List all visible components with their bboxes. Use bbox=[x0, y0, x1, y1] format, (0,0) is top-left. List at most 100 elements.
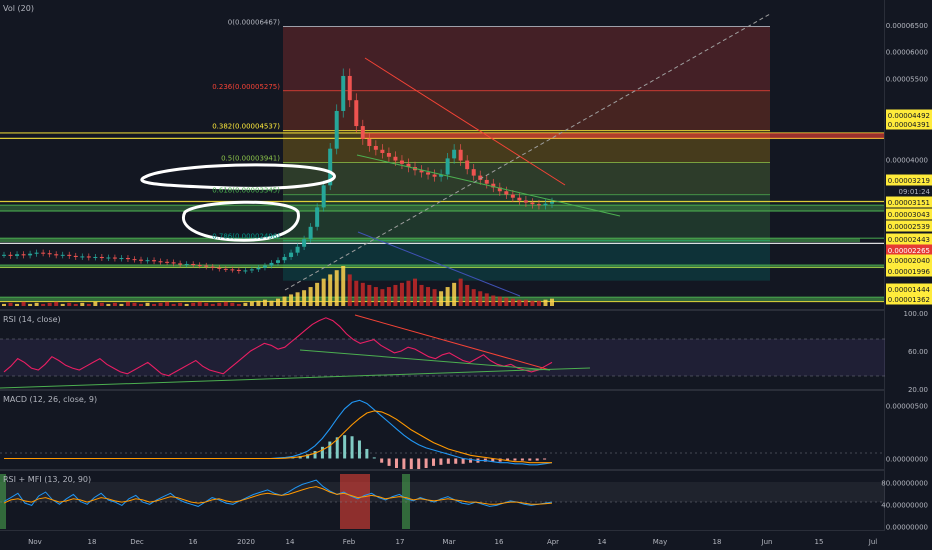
volume-bar bbox=[341, 266, 346, 306]
price-tick-label: 0.00006500 bbox=[886, 22, 928, 30]
price-tick-label: 0.00006000 bbox=[886, 49, 928, 57]
candle-body bbox=[471, 169, 476, 176]
price-tag-label: 0.00002443 bbox=[888, 236, 930, 244]
candle-body bbox=[165, 261, 170, 263]
time-tick-label: 2020 bbox=[237, 538, 255, 546]
macd-histogram-bar bbox=[535, 458, 539, 461]
candle-body bbox=[132, 259, 137, 261]
candle-body bbox=[236, 269, 241, 271]
rsi-mfi-title[interactable]: RSI + MFI (13, 20, 90) bbox=[3, 475, 91, 484]
volume-bar bbox=[243, 302, 248, 306]
macd-histogram-bar bbox=[394, 458, 398, 468]
volume-bar bbox=[452, 282, 457, 306]
candle-body bbox=[28, 253, 33, 256]
volume-bar bbox=[249, 301, 254, 306]
time-tick-label: 14 bbox=[286, 538, 295, 546]
macd-histogram-bar bbox=[528, 458, 532, 461]
volume-bar bbox=[308, 287, 313, 306]
candle-body bbox=[67, 254, 72, 256]
volume-bar bbox=[432, 289, 437, 306]
candle-body bbox=[269, 262, 274, 266]
candle-body bbox=[158, 261, 163, 263]
volume-bar bbox=[15, 303, 20, 306]
time-tick-label: Nov bbox=[28, 538, 42, 546]
candle-body bbox=[54, 254, 59, 256]
candle-body bbox=[86, 256, 91, 258]
volume-bar bbox=[204, 302, 209, 306]
volume-bar bbox=[471, 289, 476, 306]
price-tag-label: 0.00004391 bbox=[888, 121, 930, 129]
macd-histogram-bar bbox=[365, 448, 369, 459]
volume-bar bbox=[60, 303, 65, 306]
fibonacci-retracement[interactable] bbox=[283, 26, 770, 281]
candle-body bbox=[465, 160, 470, 170]
panel-divider[interactable] bbox=[0, 469, 885, 471]
volume-bar bbox=[223, 301, 228, 306]
candle-body bbox=[354, 100, 359, 127]
time-tick-label: May bbox=[653, 538, 667, 546]
candle-body bbox=[393, 156, 398, 161]
volume-bar bbox=[256, 300, 261, 306]
volume-bar bbox=[321, 278, 326, 306]
price-tag-label: 0.00001996 bbox=[888, 268, 931, 276]
candle-body bbox=[204, 265, 209, 267]
fib-level-label: 0.236(0.00005275) bbox=[212, 83, 280, 91]
candle-body bbox=[21, 254, 26, 256]
fib-zone-band bbox=[283, 26, 770, 91]
volume-bar bbox=[484, 293, 489, 306]
volume-bar bbox=[210, 303, 215, 306]
candle-body bbox=[210, 266, 215, 268]
volume-bar bbox=[295, 292, 300, 306]
macd-histogram-bar bbox=[402, 458, 406, 470]
rsi-mfi-axis[interactable]: 80.00000000 40.00000000 0.00000000 bbox=[881, 479, 928, 531]
volume-bar bbox=[393, 284, 398, 306]
volume-bar bbox=[178, 302, 183, 306]
macd-histogram-bar bbox=[520, 458, 524, 461]
volume-bar bbox=[125, 301, 130, 306]
resistance-zone[interactable] bbox=[365, 132, 884, 139]
candle-body bbox=[80, 256, 85, 258]
time-tick-label: 18 bbox=[713, 538, 722, 546]
candle-body bbox=[249, 269, 254, 271]
candle-body bbox=[341, 75, 346, 111]
volume-bar bbox=[158, 302, 163, 306]
macd-title[interactable]: MACD (12, 26, close, 9) bbox=[3, 395, 97, 404]
volume-bar bbox=[399, 282, 404, 306]
volume-bar bbox=[315, 282, 320, 306]
fib-zone-band bbox=[283, 162, 770, 195]
volume-title[interactable]: Vol (20) bbox=[3, 4, 34, 13]
rsi-mfi-band bbox=[0, 482, 885, 502]
price-tick-label: 0.00005500 bbox=[886, 76, 928, 84]
macd-tick-label: 0.00000000 bbox=[886, 455, 928, 463]
panel-divider[interactable] bbox=[0, 309, 885, 311]
candle-body bbox=[93, 256, 98, 258]
macd-histogram-bar bbox=[387, 458, 391, 466]
volume-bar bbox=[354, 280, 359, 306]
macd-histogram-bar bbox=[439, 458, 443, 465]
macd-histogram-bar bbox=[357, 440, 361, 459]
candle-body bbox=[152, 260, 157, 262]
support-zone[interactable] bbox=[0, 205, 884, 212]
candle-body bbox=[386, 152, 391, 157]
candle-body bbox=[432, 174, 437, 177]
rsi-tick-label: 20.00 bbox=[908, 386, 928, 394]
macd-histogram-bar bbox=[417, 458, 421, 470]
time-tick-label: 17 bbox=[396, 538, 405, 546]
volume-bar bbox=[139, 303, 143, 306]
volume-bar bbox=[269, 300, 274, 306]
candle-body bbox=[367, 138, 372, 146]
panel-divider[interactable] bbox=[0, 389, 885, 391]
trading-chart[interactable]: 0(0.00006467) 0.236(0.00005275) 0.382(0.00… bbox=[0, 0, 932, 550]
candle-body bbox=[321, 185, 326, 208]
volume-bar bbox=[191, 302, 196, 306]
volume-bar bbox=[47, 302, 52, 306]
volume-bar bbox=[145, 302, 150, 306]
support-zone[interactable] bbox=[0, 238, 860, 243]
volume-bar bbox=[334, 270, 339, 306]
macd-histogram-bar bbox=[424, 458, 428, 468]
candle-body bbox=[223, 268, 228, 270]
candle-body bbox=[73, 255, 78, 257]
volume-bar bbox=[439, 291, 444, 306]
rsi-title[interactable]: RSI (14, close) bbox=[3, 315, 61, 324]
fib-level-label: 0(0.00006467) bbox=[228, 19, 280, 27]
